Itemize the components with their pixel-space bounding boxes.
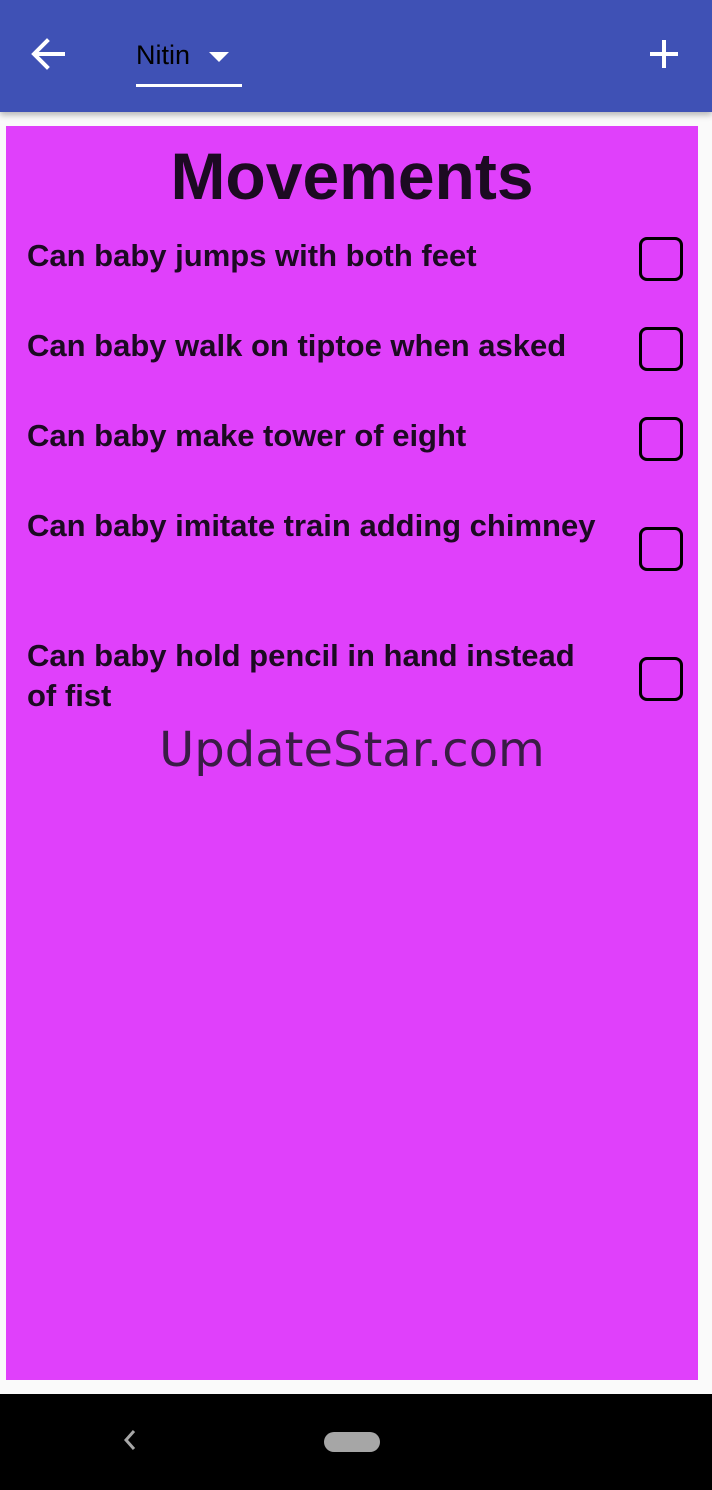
caret-down-icon (208, 50, 230, 68)
dropdown-underline (136, 84, 242, 87)
system-nav-bar (0, 1394, 712, 1490)
profile-dropdown[interactable]: Nitin (136, 38, 242, 88)
milestone-checkbox[interactable] (639, 417, 683, 461)
app-bar: Nitin (0, 0, 712, 112)
milestone-checkbox[interactable] (639, 657, 683, 701)
chevron-left-icon (120, 1428, 140, 1457)
card-title: Movements (170, 139, 534, 213)
milestone-item-label: Can baby hold pencil in hand instead of … (27, 638, 575, 713)
arrow-left-icon (29, 35, 67, 78)
plus-icon (648, 38, 680, 75)
home-pill-icon[interactable] (324, 1432, 380, 1452)
watermark: UpdateStar.com (159, 722, 545, 778)
back-button[interactable] (18, 26, 78, 86)
system-back-button[interactable] (112, 1424, 148, 1460)
milestone-item-label: Can baby make tower of eight (27, 418, 467, 453)
milestone-item-label: Can baby imitate train adding chimney (27, 508, 596, 543)
milestone-checkbox[interactable] (639, 327, 683, 371)
milestone-checkbox[interactable] (639, 527, 683, 571)
profile-dropdown-value: Nitin (136, 40, 191, 70)
milestone-item-label: Can baby walk on tiptoe when asked (27, 328, 567, 363)
add-button[interactable] (634, 26, 694, 86)
milestone-item-label: Can baby jumps with both feet (27, 238, 477, 273)
milestone-checkbox[interactable] (639, 237, 683, 281)
milestone-card: Movements Can baby jumps with both feet … (6, 126, 698, 1380)
